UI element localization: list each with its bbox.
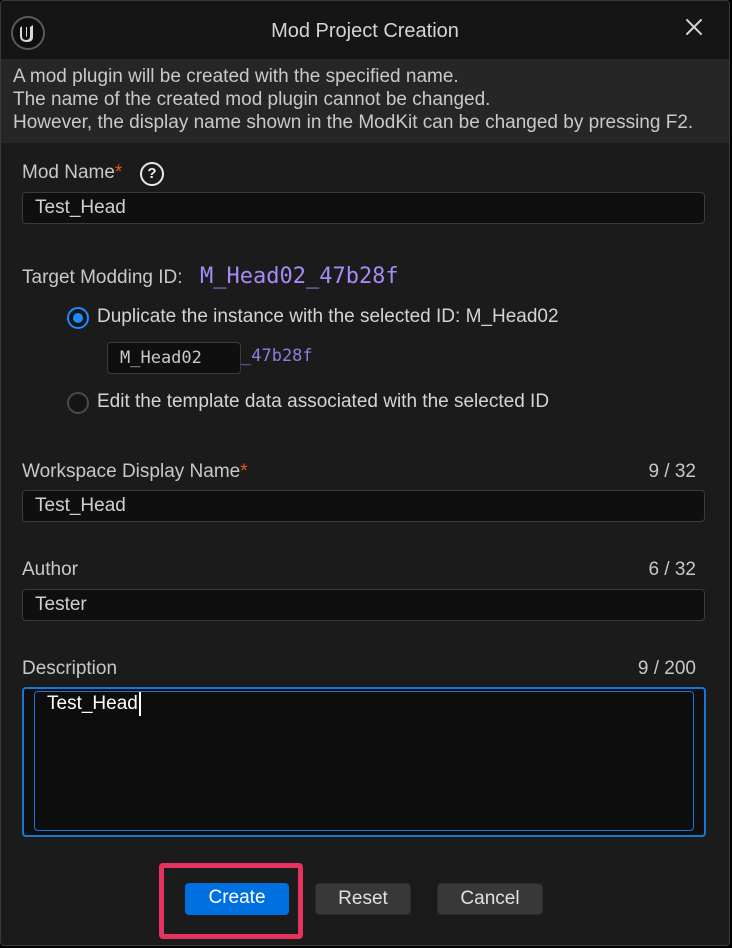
workspace-display-name-label: Workspace Display Name* (22, 461, 248, 482)
author-input[interactable]: Tester (22, 589, 705, 621)
required-marker: * (240, 461, 248, 482)
cancel-button[interactable]: Cancel (437, 883, 543, 915)
duplicate-instance-label[interactable]: Duplicate the instance with the selected… (97, 306, 559, 328)
info-line: However, the display name shown in the M… (13, 112, 694, 133)
close-icon (686, 19, 702, 35)
author-char-counter: 6 / 32 (648, 559, 696, 580)
target-modding-id-label: Target Modding ID: (22, 267, 183, 288)
author-label: Author (22, 559, 78, 580)
required-marker: * (114, 162, 123, 183)
mod-name-label: Mod Name* (22, 162, 123, 183)
description-char-counter: 9 / 200 (637, 658, 696, 679)
title-bar: Mod Project Creation (1, 1, 729, 59)
info-line: The name of the created mod plugin canno… (13, 89, 491, 110)
create-button[interactable]: Create (185, 883, 289, 915)
description-textarea[interactable]: Test_Head (22, 687, 706, 837)
edit-template-radio[interactable] (67, 392, 89, 414)
dialog-title: Mod Project Creation (271, 20, 459, 42)
workspace-display-name-input[interactable]: Test_Head (22, 490, 705, 522)
duplicate-instance-radio[interactable] (67, 307, 89, 329)
edit-template-label[interactable]: Edit the template data associated with t… (97, 391, 549, 413)
reset-button[interactable]: Reset (315, 883, 411, 915)
close-button[interactable] (681, 14, 707, 40)
info-panel: A mod plugin will be created with the sp… (1, 59, 729, 143)
help-icon[interactable]: ? (140, 162, 164, 186)
id-prefix-field: M_Head02 (107, 342, 241, 374)
description-text-area-inner[interactable]: Test_Head (34, 691, 694, 831)
workspace-char-counter: 9 / 32 (648, 461, 696, 482)
description-label: Description (22, 658, 118, 679)
target-modding-id-value: M_Head02_47b28f (200, 264, 399, 289)
mod-project-creation-dialog: Mod Project Creation A mod plugin will b… (0, 0, 730, 946)
id-suffix: _47b28f (241, 346, 313, 366)
mod-name-input[interactable]: Test_Head (22, 192, 705, 224)
info-line: A mod plugin will be created with the sp… (13, 66, 459, 87)
description-text: Test_Head (47, 692, 141, 716)
